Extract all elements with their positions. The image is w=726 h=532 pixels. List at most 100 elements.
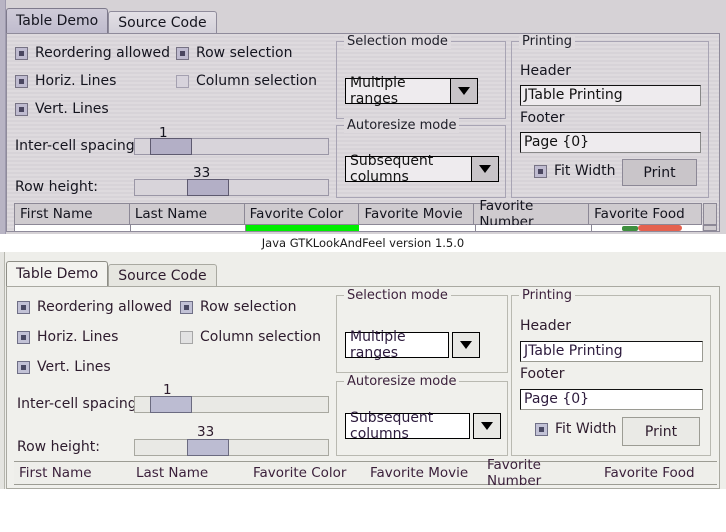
slider-thumb[interactable] — [187, 439, 229, 456]
group-legend: Autoresize mode — [344, 118, 460, 133]
checkbox-icon[interactable] — [15, 102, 28, 116]
checkbox-column-selection[interactable]: Column selection — [176, 73, 317, 89]
print-button[interactable]: Print — [622, 159, 697, 186]
combo-value[interactable]: Multiple ranges — [345, 75, 450, 107]
table-header-cell[interactable]: Favorite Movie — [359, 203, 475, 225]
table-grid-line — [245, 225, 246, 231]
checkbox-row-selection[interactable]: Row selection — [176, 45, 293, 61]
combo-arrow-button[interactable] — [471, 156, 499, 182]
table-grid-line — [130, 225, 131, 231]
slider-thumb[interactable] — [150, 138, 192, 155]
checkbox-icon[interactable] — [534, 164, 547, 178]
printing-footer-input[interactable]: Page {0} — [520, 132, 701, 153]
combo-autoresize-mode[interactable]: Subsequent columns — [345, 153, 499, 185]
food-image-tomato — [638, 225, 682, 231]
combo-arrow-button[interactable] — [473, 413, 501, 439]
tab-label: Table Demo — [16, 266, 99, 282]
combo-value[interactable]: Subsequent columns — [345, 153, 471, 185]
checkbox-reordering-allowed[interactable]: Reordering allowed — [15, 45, 170, 61]
slider-row-height[interactable] — [134, 179, 329, 196]
food-image-leaf — [622, 226, 638, 231]
slider-thumb[interactable] — [150, 396, 192, 413]
table-header-cell[interactable]: First Name — [15, 203, 130, 225]
table-header-cell[interactable]: Favorite Food — [599, 461, 717, 485]
checkbox-label: Fit Width — [554, 163, 616, 179]
tab-strip: Table Demo Source Code — [6, 8, 217, 34]
table-header-cell[interactable]: Favorite Number — [482, 457, 599, 489]
tab-source-code[interactable]: Source Code — [108, 11, 217, 34]
combo-selection-mode[interactable]: Multiple ranges — [345, 75, 478, 107]
checkbox-icon[interactable] — [176, 46, 189, 60]
checkbox-vert-lines[interactable]: Vert. Lines — [15, 101, 109, 117]
checkbox-horiz-lines[interactable]: Horiz. Lines — [17, 329, 118, 345]
combo-autoresize-mode[interactable]: Subsequent columns — [345, 410, 501, 442]
group-autoresize-mode: Autoresize mode Subsequent columns — [336, 118, 506, 198]
table-header-row: First Name Last Name Favorite Color Favo… — [14, 457, 717, 489]
checkbox-row-selection[interactable]: Row selection — [180, 299, 297, 315]
table-header-cell[interactable]: Last Name — [131, 461, 248, 485]
print-button[interactable]: Print — [622, 417, 700, 446]
vertical-scrollbar[interactable] — [703, 225, 717, 231]
checkbox-icon[interactable] — [17, 330, 30, 344]
checkbox-column-selection[interactable]: Column selection — [180, 329, 321, 345]
tab-label: Source Code — [118, 15, 207, 31]
tab-source-code[interactable]: Source Code — [108, 264, 217, 287]
combo-value[interactable]: Subsequent columns — [345, 410, 470, 442]
checkbox-reordering-allowed[interactable]: Reordering allowed — [17, 299, 172, 315]
chevron-down-icon — [481, 422, 493, 430]
checkbox-label: Fit Width — [555, 421, 617, 437]
table-header-cell[interactable]: Favorite Food — [589, 203, 702, 225]
group-legend: Printing — [519, 34, 576, 49]
group-printing: Printing Header JTable Printing Footer P… — [511, 34, 709, 198]
table-header-cell[interactable]: Last Name — [129, 203, 245, 225]
checkbox-icon[interactable] — [180, 300, 193, 314]
table-header-cell[interactable]: Favorite Color — [244, 203, 360, 225]
printing-footer-label: Footer — [520, 110, 565, 126]
tab-table-demo[interactable]: Table Demo — [6, 261, 109, 287]
checkbox-horiz-lines[interactable]: Horiz. Lines — [15, 73, 116, 89]
tab-content-panel: Reordering allowed Horiz. Lines Vert. Li… — [6, 33, 720, 232]
checkbox-vert-lines[interactable]: Vert. Lines — [17, 359, 111, 375]
combo-arrow-button[interactable] — [450, 78, 478, 104]
printing-footer-label: Footer — [520, 366, 565, 382]
slider-thumb[interactable] — [187, 179, 229, 196]
chevron-down-icon — [460, 341, 472, 349]
table-row[interactable] — [14, 225, 702, 231]
slider-row-height[interactable] — [134, 439, 329, 456]
panel-caption-gtk15: Java GTKLookAndFeel version 1.5.0 — [261, 236, 465, 250]
combo-value[interactable]: Multiple ranges — [345, 329, 449, 361]
tab-table-demo[interactable]: Table Demo — [6, 8, 109, 34]
slider-inter-cell-spacing[interactable] — [134, 138, 329, 155]
checkbox-icon[interactable] — [176, 74, 189, 88]
checkbox-icon[interactable] — [15, 74, 28, 88]
table-header-cell[interactable]: First Name — [14, 461, 131, 485]
printing-header-input[interactable]: JTable Printing — [520, 85, 701, 106]
table-header-cell[interactable]: Favorite Color — [248, 461, 365, 485]
checkbox-fit-width[interactable]: Fit Width — [534, 163, 616, 179]
checkbox-icon[interactable] — [535, 422, 548, 436]
window-left-edge — [0, 252, 5, 489]
checkbox-icon[interactable] — [17, 300, 30, 314]
slider-label-row-height: Row height: — [15, 179, 98, 195]
checkbox-fit-width[interactable]: Fit Width — [535, 421, 617, 437]
group-selection-mode: Selection mode Multiple ranges — [336, 288, 508, 373]
printing-footer-input[interactable]: Page {0} — [520, 389, 703, 410]
group-selection-mode: Selection mode Multiple ranges — [336, 34, 506, 119]
printing-header-input[interactable]: JTable Printing — [520, 341, 703, 362]
tab-content-panel: Reordering allowed Horiz. Lines Vert. Li… — [6, 286, 720, 489]
table-cell-favorite-color[interactable] — [245, 225, 359, 231]
print-button-label: Print — [643, 164, 676, 181]
checkbox-icon[interactable] — [180, 330, 193, 344]
table-header-cell[interactable]: Favorite Movie — [365, 461, 482, 485]
table-header-cell[interactable]: Favorite Number — [474, 198, 590, 230]
table-cell-favorite-food[interactable] — [591, 225, 704, 231]
table-header-row: First Name Last Name Favorite Color Favo… — [14, 198, 702, 230]
combo-selection-mode[interactable]: Multiple ranges — [345, 329, 480, 361]
slider-inter-cell-spacing[interactable] — [134, 396, 329, 413]
checkbox-icon[interactable] — [15, 46, 28, 60]
checkbox-icon[interactable] — [17, 360, 30, 374]
checkbox-label: Vert. Lines — [35, 101, 109, 117]
combo-arrow-button[interactable] — [452, 332, 480, 358]
checkbox-label: Row selection — [200, 299, 297, 315]
chevron-down-icon — [458, 87, 470, 95]
